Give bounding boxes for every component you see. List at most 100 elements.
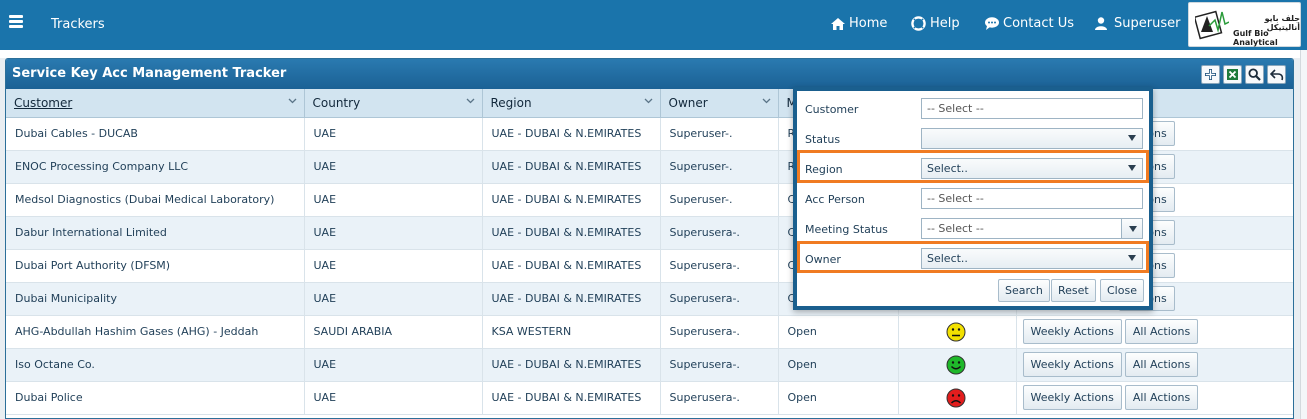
chevron-down-icon [288, 98, 296, 104]
weekly-actions-button[interactable]: Weekly Actions [1022, 319, 1122, 344]
cell-customer: AHG-Abdullah Hashim Gases (AHG) - Jeddah [6, 315, 305, 349]
page-spacer [0, 50, 1307, 58]
cell-country: UAE [304, 216, 483, 250]
search-row-acc-person: Acc Person -- Select -- [797, 185, 1149, 213]
sad-face-icon [946, 388, 965, 407]
cell-face [898, 348, 1017, 382]
meeting-status-label: Meeting Status [805, 223, 888, 236]
chevron-down-icon [644, 98, 652, 104]
cell-owner: Superusera-. [660, 249, 779, 283]
contact-link[interactable]: Contact Us [985, 16, 1074, 31]
lifebuoy-icon [911, 16, 926, 31]
back-button[interactable] [1267, 65, 1286, 84]
table-row: Iso Octane Co. UAE UAE - DUBAI & N.EMIRA… [6, 348, 1293, 382]
cell-owner: Superusera-. [660, 315, 779, 349]
column-header-region[interactable]: Region [482, 89, 661, 118]
cell-region: UAE - DUBAI & N.EMIRATES [482, 117, 661, 151]
cell-country: UAE [304, 282, 483, 316]
user-name: Superuser [1114, 16, 1181, 31]
column-header-owner[interactable]: Owner [660, 89, 779, 118]
cell-country: SAUDI ARABIA [304, 315, 483, 349]
all-actions-button[interactable]: All Actions [1124, 319, 1199, 344]
cell-owner: Superusera-. [660, 381, 779, 415]
cell-region: UAE - DUBAI & N.EMIRATES [482, 150, 661, 184]
home-link[interactable]: Home [831, 16, 887, 31]
cell-customer: Iso Octane Co. [6, 348, 305, 382]
help-link[interactable]: Help [911, 16, 960, 31]
acc-person-label: Acc Person [805, 193, 865, 206]
meeting-status-dropdown-button[interactable] [1121, 218, 1143, 239]
home-icon [831, 17, 845, 30]
contact-link-label: Contact Us [1003, 16, 1074, 31]
add-icon [1205, 69, 1216, 80]
all-actions-button[interactable]: All Actions [1124, 352, 1199, 377]
chat-icon [985, 17, 999, 30]
home-link-label: Home [849, 16, 888, 31]
company-logo: جلف بايو أناليتيكل Gulf Bio Analytical [1188, 2, 1301, 47]
weekly-actions-button[interactable]: Weekly Actions [1022, 385, 1122, 410]
open-search-button[interactable] [1245, 65, 1264, 84]
cell-region: KSA WESTERN [482, 315, 661, 349]
cell-country: UAE [304, 249, 483, 283]
cell-customer: Medsol Diagnostics (Dubai Medical Labora… [6, 183, 305, 217]
column-header-country[interactable]: Country [304, 89, 483, 118]
cell-meeting-status: Open [778, 315, 899, 349]
cell-meeting-status: Open [778, 348, 899, 382]
cell-owner: Superuser-. [660, 117, 779, 151]
cell-customer: ENOC Processing Company LLC [6, 150, 305, 184]
cell-actions: Weekly Actions All Actions [1016, 348, 1293, 382]
vertical-scrollbar[interactable] [1300, 50, 1307, 419]
reset-button[interactable]: Reset [1051, 279, 1096, 302]
search-row-meeting-status: Meeting Status -- Select -- [797, 215, 1149, 243]
logo-emblem-icon [1195, 10, 1229, 40]
cell-country: UAE [304, 348, 483, 382]
cell-actions: Weekly Actions All Actions [1016, 381, 1293, 415]
cell-customer: Dabur International Limited [6, 216, 305, 250]
hamburger-menu-icon[interactable] [9, 15, 23, 28]
cell-face [898, 315, 1017, 349]
search-row-status: Status [797, 125, 1149, 153]
cell-country: UAE [304, 381, 483, 415]
cell-region: UAE - DUBAI & N.EMIRATES [482, 348, 661, 382]
cell-region: UAE - DUBAI & N.EMIRATES [482, 381, 661, 415]
panel-title: Service Key Acc Management Tracker [12, 66, 287, 81]
status-label: Status [805, 133, 841, 146]
top-navbar: Trackers Home Help Contact Us Superuser … [0, 0, 1307, 50]
meeting-status-placeholder: -- Select -- [927, 222, 984, 235]
panel-toolbar [1201, 65, 1286, 84]
cell-actions: Weekly Actions All Actions [1016, 315, 1293, 349]
cell-customer: Dubai Municipality [6, 282, 305, 316]
column-header-customer[interactable]: Customer [6, 89, 305, 118]
cell-country: UAE [304, 183, 483, 217]
cell-region: UAE - DUBAI & N.EMIRATES [482, 216, 661, 250]
cell-owner: Superusera-. [660, 216, 779, 250]
cell-owner: Superuser-. [660, 183, 779, 217]
export-excel-button[interactable] [1223, 65, 1242, 84]
cell-customer: Dubai Cables - DUCAB [6, 117, 305, 151]
user-menu[interactable]: Superuser [1095, 16, 1180, 31]
add-record-button[interactable] [1201, 65, 1220, 84]
table-row: AHG-Abdullah Hashim Gases (AHG) - Jeddah… [6, 315, 1293, 349]
caret-down-icon [1128, 135, 1136, 141]
cell-region: UAE - DUBAI & N.EMIRATES [482, 282, 661, 316]
app-title[interactable]: Trackers [51, 17, 105, 32]
chevron-down-icon [762, 98, 770, 104]
cell-face [898, 381, 1017, 415]
customer-label: Customer [805, 103, 859, 116]
search-row-customer: Customer -- Select -- [797, 95, 1149, 123]
search-button[interactable]: Search [998, 279, 1050, 302]
cell-country: UAE [304, 150, 483, 184]
table-row: Dubai Police UAE UAE - DUBAI & N.EMIRATE… [6, 381, 1293, 415]
cell-customer: Dubai Port Authority (DFSM) [6, 249, 305, 283]
status-select[interactable] [921, 128, 1143, 149]
all-actions-button[interactable]: All Actions [1124, 385, 1199, 410]
cell-owner: Superusera-. [660, 348, 779, 382]
weekly-actions-button[interactable]: Weekly Actions [1022, 352, 1122, 377]
owner-highlight-box [797, 241, 1149, 273]
meeting-status-select[interactable]: -- Select -- [921, 218, 1143, 239]
acc-person-input[interactable]: -- Select -- [921, 188, 1143, 209]
logo-english-text: Gulf Bio Analytical [1233, 29, 1278, 47]
cell-customer: Dubai Police [6, 381, 305, 415]
close-button[interactable]: Close [1100, 279, 1144, 302]
customer-input[interactable]: -- Select -- [921, 98, 1143, 119]
